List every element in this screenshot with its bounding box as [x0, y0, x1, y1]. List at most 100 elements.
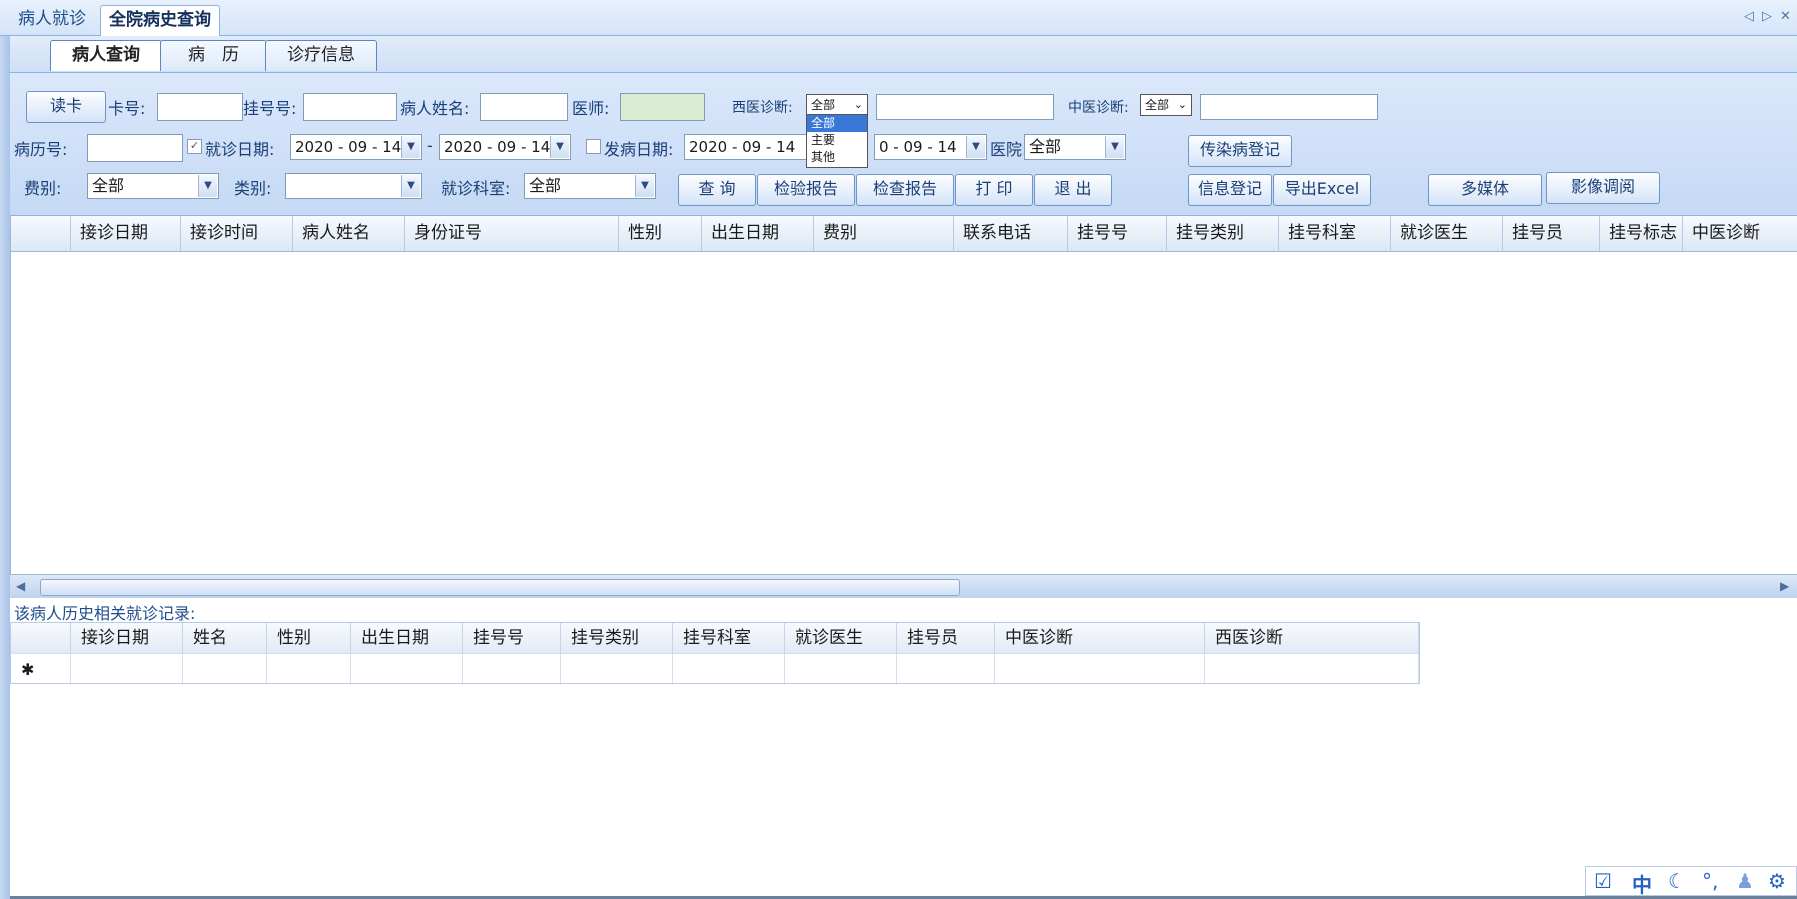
export-excel-button[interactable]: 导出Excel: [1273, 174, 1371, 206]
visit-date-checkbox[interactable]: ✓: [187, 139, 202, 154]
visit-date-from-value: 2020 - 09 - 14: [295, 138, 402, 156]
doctor-input[interactable]: [620, 93, 705, 121]
column-header[interactable]: 联系电话: [954, 216, 1068, 251]
card-no-input[interactable]: [157, 93, 243, 121]
visit-date-to[interactable]: 2020 - 09 - 14 ▼: [439, 134, 571, 160]
column-header[interactable]: 挂号类别: [561, 623, 673, 653]
record-no-input[interactable]: [87, 134, 183, 162]
patient-name-input[interactable]: [480, 93, 568, 121]
category-label: 类别:: [234, 179, 272, 198]
user-icon[interactable]: ♟: [1736, 869, 1754, 893]
document-tab-strip: 病人就诊 全院病史查询 ◁ ▷ ✕: [0, 0, 1797, 36]
table-cell[interactable]: [183, 653, 267, 685]
scroll-left-icon[interactable]: ◀: [16, 579, 25, 593]
onset-date-checkbox[interactable]: [586, 139, 601, 154]
column-header[interactable]: 挂号员: [897, 623, 995, 653]
column-header[interactable]: 挂号类别: [1167, 216, 1279, 251]
column-header[interactable]: 身份证号: [405, 216, 619, 251]
edit-icon[interactable]: ☑: [1594, 869, 1612, 893]
tab-medical-record[interactable]: 病 历: [160, 40, 267, 71]
doc-tab-patient-visit[interactable]: 病人就诊: [10, 5, 94, 35]
table-cell[interactable]: [71, 653, 183, 685]
tcm-diag-input[interactable]: [1200, 94, 1378, 120]
table-cell[interactable]: [267, 653, 351, 685]
column-header[interactable]: 西医诊断: [1205, 623, 1419, 653]
grid-header: 接诊日期 接诊时间 病人姓名 身份证号 性别 出生日期 费别 联系电话 挂号号 …: [11, 216, 1797, 252]
close-icon[interactable]: ✕: [1780, 9, 1791, 24]
dropdown-option[interactable]: 主要: [807, 132, 867, 149]
chevron-down-icon: ▼: [635, 175, 654, 197]
tab-patient-query[interactable]: 病人查询: [50, 40, 162, 71]
west-diag-select[interactable]: 全部 ⌄: [806, 94, 868, 116]
column-header[interactable]: 中医诊断: [1683, 216, 1797, 251]
prev-tab-icon[interactable]: ◁: [1744, 9, 1754, 24]
visit-date-from[interactable]: 2020 - 09 - 14 ▼: [290, 134, 422, 160]
fee-type-select-value: 全部: [92, 176, 125, 195]
tab-treatment-info[interactable]: 诊疗信息: [265, 40, 377, 71]
record-no-label: 病历号:: [14, 140, 68, 159]
hospital-select[interactable]: 全部 ▼: [1024, 134, 1126, 160]
column-header[interactable]: 接诊日期: [71, 623, 183, 653]
onset-date-from-value: 2020 - 09 - 14: [689, 138, 796, 156]
column-header[interactable]: 性别: [267, 623, 351, 653]
visit-date-label: 就诊日期:: [205, 140, 275, 159]
punctuation-icon[interactable]: °,: [1702, 869, 1718, 893]
dept-select[interactable]: 全部 ▼: [524, 173, 656, 199]
reg-no-input[interactable]: [303, 93, 397, 121]
column-header[interactable]: 接诊时间: [181, 216, 293, 251]
lab-report-button[interactable]: 检验报告: [757, 174, 855, 206]
onset-date-to[interactable]: 0 - 09 - 14 ▼: [874, 134, 987, 160]
exam-report-button[interactable]: 检查报告: [856, 174, 954, 206]
horizontal-scrollbar[interactable]: ◀ ▶: [10, 574, 1797, 598]
infectious-disease-button[interactable]: 传染病登记: [1188, 135, 1292, 167]
table-cell[interactable]: [673, 653, 785, 685]
scrollbar-thumb[interactable]: [40, 579, 960, 596]
table-cell[interactable]: [351, 653, 463, 685]
ime-toolbar: ☑ 中 ☾ °, ♟ ⚙: [1585, 866, 1797, 898]
moon-icon[interactable]: ☾: [1668, 869, 1686, 893]
table-cell[interactable]: [897, 653, 995, 685]
exit-button[interactable]: 退 出: [1034, 174, 1112, 206]
column-header[interactable]: 病人姓名: [293, 216, 405, 251]
table-cell[interactable]: [995, 653, 1205, 685]
column-header[interactable]: 挂号号: [463, 623, 561, 653]
scroll-right-icon[interactable]: ▶: [1780, 579, 1789, 593]
settings-icon[interactable]: ⚙: [1768, 869, 1786, 893]
next-tab-icon[interactable]: ▷: [1762, 9, 1772, 24]
query-button[interactable]: 查 询: [678, 174, 756, 206]
column-header[interactable]: 出生日期: [351, 623, 463, 653]
patient-name-label: 病人姓名:: [400, 99, 470, 118]
tcm-diag-select[interactable]: 全部 ⌄: [1140, 94, 1192, 116]
doc-tab-history-query[interactable]: 全院病史查询: [100, 5, 220, 36]
column-header[interactable]: 挂号号: [1068, 216, 1167, 251]
multimedia-button[interactable]: 多媒体: [1428, 174, 1542, 206]
dropdown-option[interactable]: 其他: [807, 149, 867, 166]
onset-date-from[interactable]: 2020 - 09 - 14: [684, 134, 816, 160]
table-cell[interactable]: [1205, 653, 1419, 685]
dropdown-option[interactable]: 全部: [807, 115, 867, 132]
column-header[interactable]: 接诊日期: [71, 216, 181, 251]
column-header[interactable]: 费别: [814, 216, 954, 251]
table-cell[interactable]: [561, 653, 673, 685]
read-card-button[interactable]: 读卡: [26, 91, 106, 123]
column-header[interactable]: 出生日期: [702, 216, 814, 251]
west-diag-input[interactable]: [876, 94, 1054, 120]
column-header[interactable]: 挂号科室: [1279, 216, 1391, 251]
column-header[interactable]: 就诊医生: [785, 623, 897, 653]
column-header[interactable]: 中医诊断: [995, 623, 1205, 653]
column-header[interactable]: 挂号标志: [1600, 216, 1683, 251]
column-header[interactable]: 姓名: [183, 623, 267, 653]
table-cell[interactable]: [463, 653, 561, 685]
image-viewer-button[interactable]: 影像调阅: [1546, 172, 1660, 204]
column-header[interactable]: 挂号科室: [673, 623, 785, 653]
category-select[interactable]: ▼: [285, 173, 422, 199]
column-header[interactable]: 性别: [619, 216, 702, 251]
fee-type-select[interactable]: 全部 ▼: [87, 173, 219, 199]
column-header[interactable]: 挂号员: [1503, 216, 1600, 251]
ime-chinese-icon[interactable]: 中: [1632, 869, 1652, 898]
info-register-button[interactable]: 信息登记: [1188, 174, 1272, 206]
print-button[interactable]: 打 印: [955, 174, 1033, 206]
fee-type-label: 费别:: [24, 179, 62, 198]
table-cell[interactable]: [785, 653, 897, 685]
column-header[interactable]: 就诊医生: [1391, 216, 1503, 251]
